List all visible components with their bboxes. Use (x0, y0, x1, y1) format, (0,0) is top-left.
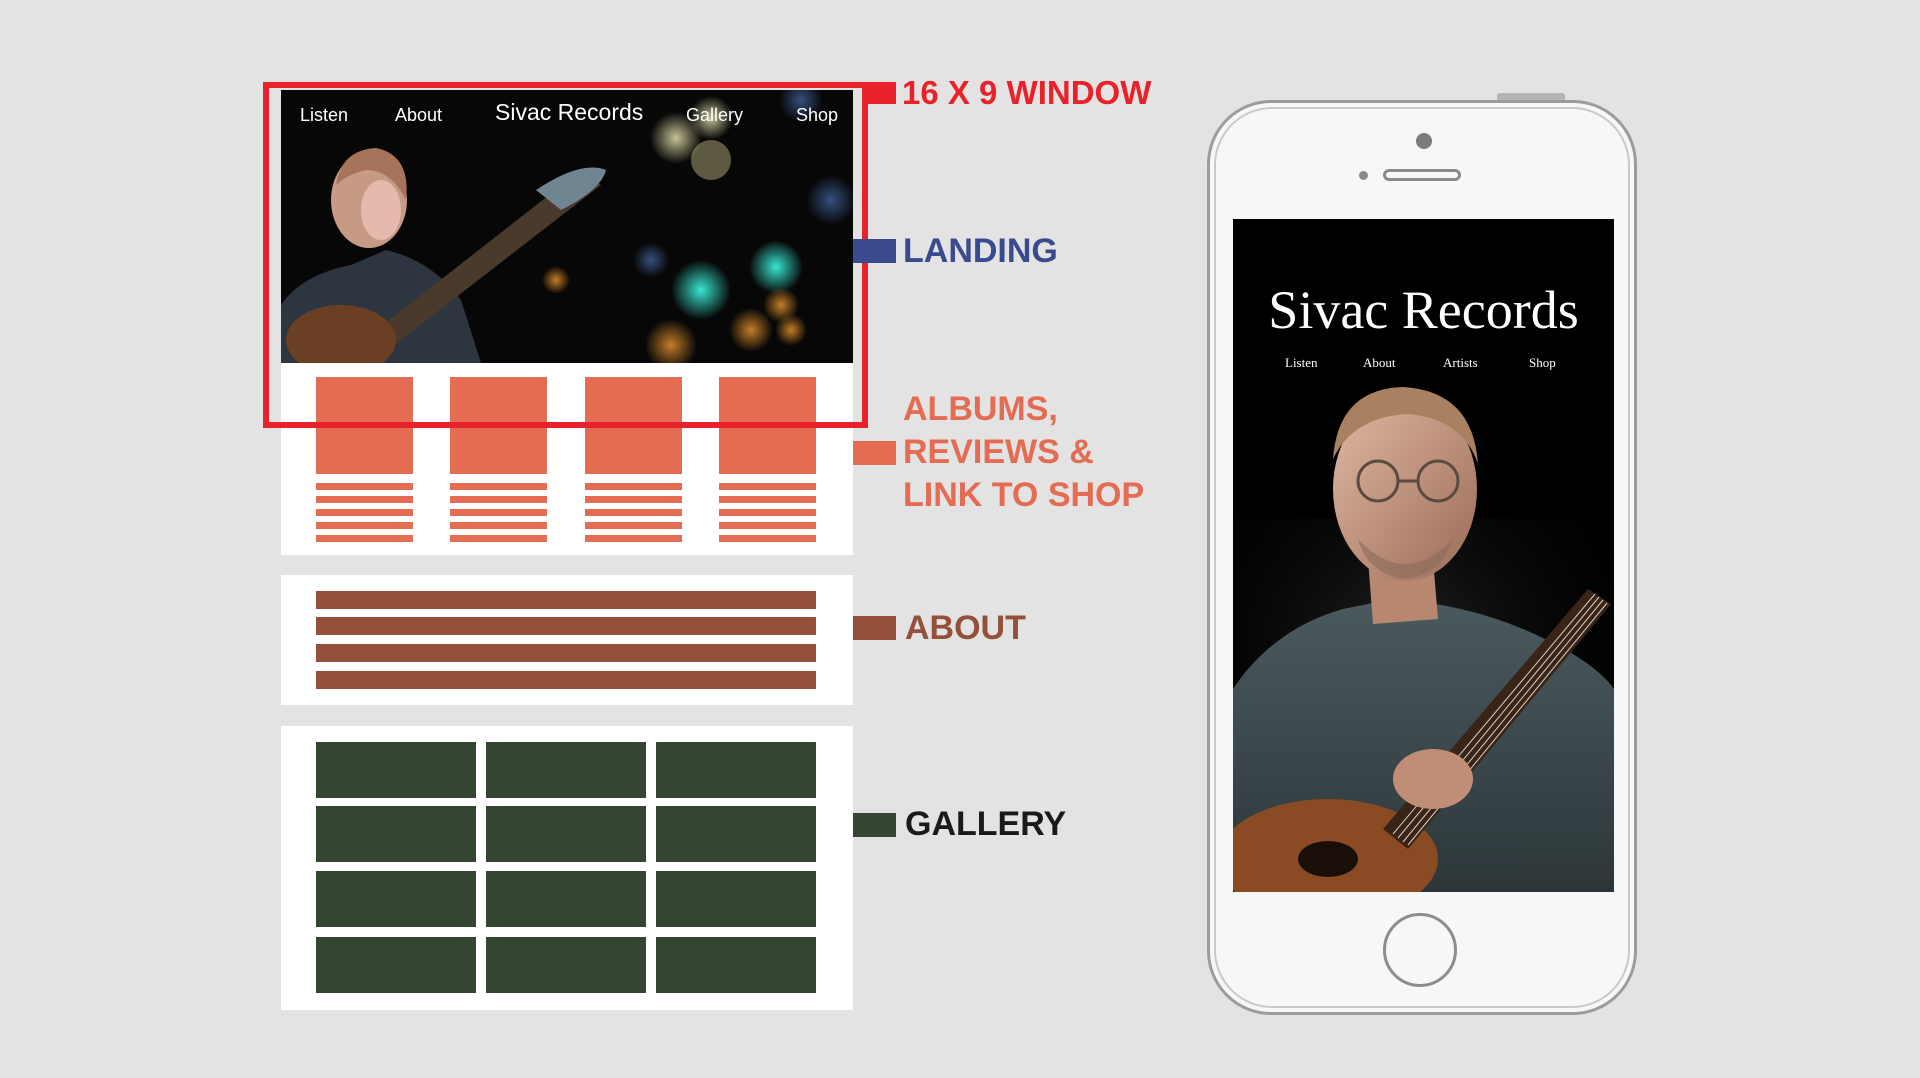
about-swatch (853, 616, 896, 640)
album-text-line (585, 522, 682, 529)
album-text-line (719, 483, 816, 490)
album-text-line (585, 496, 682, 503)
gallery-tile (656, 937, 816, 993)
album-text-line (585, 509, 682, 516)
window-16x9-frame (263, 82, 868, 428)
landing-swatch (853, 239, 896, 263)
about-text-line (316, 617, 816, 635)
album-text-line (450, 535, 547, 542)
label-window: 16 X 9 WINDOW (902, 74, 1152, 111)
album-text-line (316, 522, 413, 529)
album-text-line (719, 522, 816, 529)
gallery-tile (486, 871, 646, 927)
mobile-site-title[interactable]: Sivac Records (1233, 279, 1614, 341)
album-text-line (316, 496, 413, 503)
about-text-line (316, 644, 816, 662)
gallery-tile (316, 742, 476, 798)
album-text-line (450, 509, 547, 516)
gallery-tile (316, 937, 476, 993)
gallery-tile (486, 937, 646, 993)
album-text-line (719, 509, 816, 516)
mobile-nav-about[interactable]: About (1363, 355, 1396, 371)
album-text-line (316, 535, 413, 542)
mobile-nav-shop[interactable]: Shop (1529, 355, 1556, 371)
speaker-grille (1383, 169, 1461, 181)
album-text-line (450, 483, 547, 490)
gallery-tile (316, 806, 476, 862)
gallery-tile (656, 742, 816, 798)
label-landing: LANDING (903, 232, 1058, 270)
gallery-tile (316, 871, 476, 927)
album-text-line (585, 535, 682, 542)
label-gallery: GALLERY (905, 805, 1067, 843)
album-text-line (316, 483, 413, 490)
album-text-line (450, 522, 547, 529)
phone-screen: Sivac Records Listen About Artists Shop (1233, 219, 1614, 892)
gallery-tile (656, 806, 816, 862)
mobile-nav-listen[interactable]: Listen (1285, 355, 1318, 371)
window-swatch (868, 82, 896, 104)
gallery-tile (486, 806, 646, 862)
albums-swatch (853, 441, 896, 465)
album-text-line (450, 496, 547, 503)
home-button[interactable] (1383, 913, 1457, 987)
album-text-line (316, 509, 413, 516)
album-text-line (585, 483, 682, 490)
album-text-line (719, 535, 816, 542)
gallery-swatch (853, 813, 896, 837)
gallery-tile (486, 742, 646, 798)
sensor-dot (1359, 171, 1368, 180)
album-text-line (719, 496, 816, 503)
label-about: ABOUT (905, 609, 1026, 647)
gallery-tile (656, 871, 816, 927)
about-text-line (316, 591, 816, 609)
about-text-line (316, 671, 816, 689)
label-albums: ALBUMS, REVIEWS & LINK TO SHOP (903, 390, 1145, 514)
camera-icon (1416, 133, 1432, 149)
mobile-nav-artists[interactable]: Artists (1443, 355, 1478, 371)
